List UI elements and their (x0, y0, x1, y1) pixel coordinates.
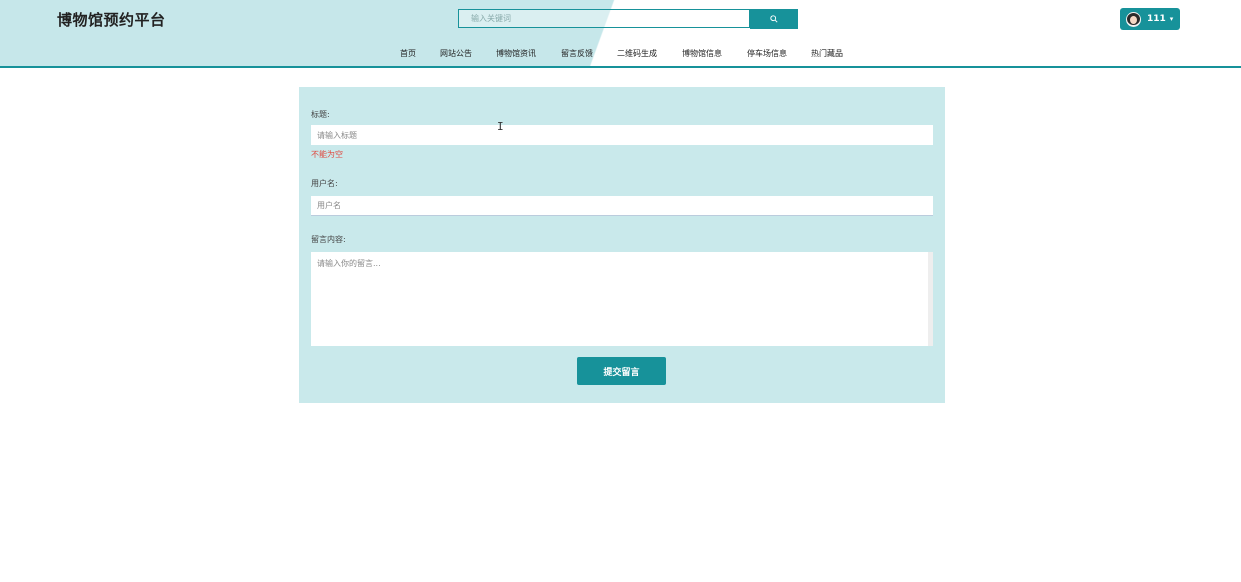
feedback-form: 标题: 不能为空 用户名: 留言内容: 提交留言 (299, 87, 945, 403)
title-error-message: 不能为空 (311, 150, 343, 159)
chevron-down-icon: ▾ (1169, 15, 1174, 23)
search-button[interactable] (750, 9, 798, 29)
nav-item-museum-info[interactable]: 博物馆信息 (682, 48, 722, 59)
user-name: 111 (1147, 14, 1166, 24)
nav-item-feedback[interactable]: 留言反馈 (561, 48, 593, 59)
username-input[interactable] (311, 196, 933, 216)
search-icon (770, 15, 778, 23)
avatar (1126, 11, 1141, 27)
nav-item-announcements[interactable]: 网站公告 (440, 48, 472, 59)
title-label: 标题: (311, 110, 330, 119)
text-cursor-icon: I (497, 120, 504, 133)
username-label: 用户名: (311, 179, 338, 188)
nav-item-qrcode[interactable]: 二维码生成 (617, 48, 657, 59)
nav-item-home[interactable]: 首页 (400, 48, 416, 59)
nav-item-parking-info[interactable]: 停车场信息 (747, 48, 787, 59)
nav-item-popular-collections[interactable]: 热门藏品 (811, 48, 843, 59)
main-nav: 首页 网站公告 博物馆资讯 留言反馈 二维码生成 博物馆信息 停车场信息 热门藏… (0, 48, 1241, 62)
nav-item-museum-news[interactable]: 博物馆资讯 (496, 48, 536, 59)
header-bar: 博物馆预约平台 111 ▾ 首页 网站公告 博物馆资讯 留言反馈 二维码生成 博… (0, 0, 1241, 68)
user-menu-button[interactable]: 111 ▾ (1120, 8, 1180, 30)
content-textarea[interactable] (311, 252, 933, 346)
submit-button[interactable]: 提交留言 (577, 357, 666, 385)
title-input[interactable] (311, 125, 933, 145)
search-input[interactable] (458, 9, 750, 28)
content-label: 留言内容: (311, 235, 346, 244)
site-title: 博物馆预约平台 (57, 11, 166, 29)
